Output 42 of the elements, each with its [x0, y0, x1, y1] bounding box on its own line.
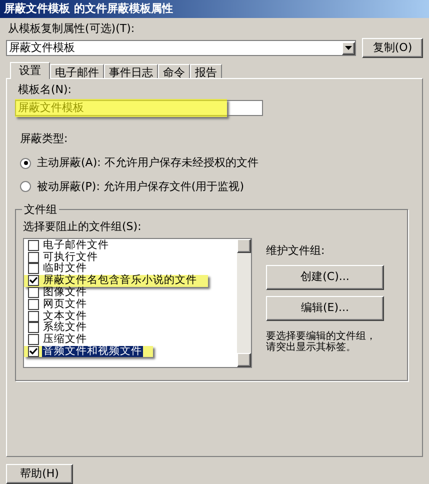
tab[interactable]: 命令 — [158, 64, 190, 79]
checkbox[interactable] — [28, 287, 39, 298]
tab[interactable]: 报告 — [190, 64, 222, 79]
screening-type-label: 屏蔽类型: — [20, 130, 69, 146]
file-group-item[interactable]: 屏蔽文件名包含音乐小说的文件 — [42, 275, 198, 286]
file-group-list-label: 选择要阻止的文件组(S): — [23, 219, 142, 235]
copy-button[interactable]: 复制(O) — [362, 38, 423, 58]
checkbox[interactable] — [28, 310, 39, 322]
file-group-item[interactable]: 电子邮件文件 — [42, 240, 110, 251]
hint-text: 要选择要编辑的文件组，请突出显示其标签。 — [266, 331, 377, 353]
template-dropdown[interactable]: 屏蔽文件模板 — [6, 40, 356, 56]
template-name-label: 模板名(N): — [18, 82, 73, 98]
window-title: 屏蔽文件模板 的文件屏蔽模板属性 — [4, 0, 173, 16]
radio-button[interactable] — [20, 158, 31, 169]
scrollbar[interactable] — [237, 238, 251, 366]
checkbox[interactable] — [28, 240, 39, 251]
radio-button[interactable] — [20, 181, 31, 192]
checkbox[interactable] — [28, 322, 39, 334]
file-group-item[interactable]: 文本文件 — [42, 310, 88, 322]
radio-label: 主动屏蔽(A): 不允许用户保存未经授权的文件 — [37, 155, 258, 171]
radio-label: 被动屏蔽(P): 允许用户保存文件(用于监视) — [37, 178, 244, 194]
checkbox[interactable] — [28, 334, 39, 346]
checkbox[interactable] — [28, 263, 39, 274]
file-group-item[interactable]: 系统文件 — [42, 322, 88, 334]
checkbox[interactable] — [28, 275, 39, 286]
tab[interactable]: 事件日志 — [104, 64, 158, 79]
tab[interactable]: 设置 — [10, 62, 50, 79]
file-group-item[interactable]: 音频文件和视频文件 — [42, 346, 143, 358]
checkbox[interactable] — [28, 346, 39, 358]
file-group-item[interactable]: 图像文件 — [42, 287, 88, 298]
file-group-item[interactable]: 网页文件 — [42, 298, 88, 310]
file-group-item[interactable]: 可执行文件 — [42, 252, 99, 263]
copy-from-label: 从模板复制属性(可选)(T): — [8, 20, 136, 36]
group-action-button[interactable]: 编辑(E)... — [266, 296, 384, 321]
maintain-label: 维护文件组: — [266, 242, 326, 258]
checkbox[interactable] — [28, 298, 39, 310]
checkbox[interactable] — [28, 252, 39, 263]
tab[interactable]: 电子邮件 — [50, 64, 104, 79]
help-button[interactable]: 帮助(H) — [6, 464, 73, 484]
file-group-item[interactable]: 压缩文件 — [42, 334, 88, 346]
file-group-item[interactable]: 临时文件 — [42, 263, 88, 274]
group-action-button[interactable]: 创建(C)... — [266, 265, 384, 290]
